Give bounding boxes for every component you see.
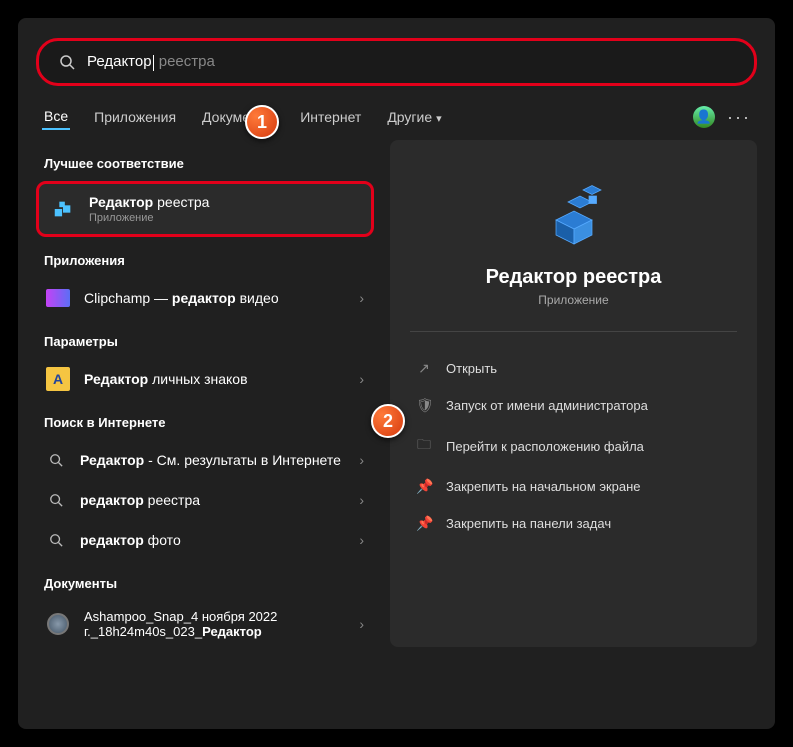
- action-run-admin[interactable]: 🛡 Запуск от имени администратора: [410, 389, 737, 422]
- detail-pane: Редактор реестра Приложение ↗ Открыть 🛡 За…: [390, 140, 757, 647]
- private-char-icon: A: [46, 367, 70, 391]
- shield-icon: 🛡: [416, 397, 432, 414]
- more-button[interactable]: ···: [727, 107, 751, 128]
- result-document-title: Ashampoo_Snap_4 ноября 2022 г._18h24m40s…: [84, 609, 345, 639]
- chevron-right-icon: ›: [359, 371, 364, 387]
- open-icon: ↗: [416, 360, 432, 377]
- result-web-regedit[interactable]: редактор реестра ›: [36, 480, 374, 520]
- search-icon: [46, 448, 66, 472]
- chevron-right-icon: ›: [359, 452, 364, 468]
- search-icon: [46, 488, 66, 512]
- tab-apps[interactable]: Приложения: [92, 105, 178, 129]
- user-avatar[interactable]: 👤: [693, 106, 715, 128]
- result-web-photo-title: редактор фото: [80, 532, 345, 548]
- search-icon: [59, 54, 75, 70]
- document-icon: [46, 612, 70, 636]
- result-clipchamp-title: Clipchamp — редактор видео: [84, 290, 345, 306]
- action-pin-taskbar-label: Закрепить на панели задач: [446, 516, 611, 531]
- chevron-right-icon: ›: [359, 616, 364, 632]
- result-web-editor-title: Редактор - См. результаты в Интернете: [80, 452, 345, 468]
- section-apps: Приложения: [44, 253, 374, 268]
- search-box[interactable]: Редактор реестра 1: [36, 38, 757, 86]
- pin-icon: 📌: [416, 515, 432, 532]
- chevron-right-icon: ›: [359, 492, 364, 508]
- action-open[interactable]: ↗ Открыть: [410, 352, 737, 385]
- tabs-row: Все Приложения Документы Интернет Другие…: [42, 104, 751, 130]
- result-web-regedit-title: редактор реестра: [80, 492, 345, 508]
- regedit-hero-icon: [538, 178, 610, 250]
- divider: [410, 331, 737, 332]
- action-open-label: Открыть: [446, 361, 497, 376]
- chevron-down-icon: ▾: [436, 113, 442, 125]
- tab-all[interactable]: Все: [42, 104, 70, 130]
- tab-web[interactable]: Интернет: [298, 105, 363, 129]
- section-best-match: Лучшее соответствие: [44, 156, 374, 171]
- search-query: Редактор реестра: [87, 53, 215, 70]
- best-match-result[interactable]: Редактор реестра Приложение 2: [36, 181, 374, 237]
- search-icon: [46, 528, 66, 552]
- action-run-admin-label: Запуск от имени администратора: [446, 398, 648, 413]
- action-pin-start-label: Закрепить на начальном экране: [446, 479, 641, 494]
- action-open-location-label: Перейти к расположению файла: [446, 439, 644, 454]
- detail-title: Редактор реестра: [410, 266, 737, 289]
- search-panel: Редактор реестра 1 Все Приложения Докуме…: [18, 18, 775, 729]
- best-match-title: Редактор реестра: [89, 194, 359, 210]
- action-pin-start[interactable]: 📌 Закрепить на начальном экране: [410, 470, 737, 503]
- folder-icon: 🗀: [416, 434, 432, 458]
- section-documents: Документы: [44, 576, 374, 591]
- results-column: Лучшее соответствие Редактор реестра При…: [36, 140, 374, 647]
- action-open-location[interactable]: 🗀 Перейти к расположению файла: [410, 426, 737, 466]
- result-clipchamp[interactable]: Clipchamp — редактор видео ›: [36, 278, 374, 318]
- result-web-editor[interactable]: Редактор - См. результаты в Интернете ›: [36, 440, 374, 480]
- result-private-char-title: Редактор личных знаков: [84, 371, 345, 387]
- section-settings: Параметры: [44, 334, 374, 349]
- pin-icon: 📌: [416, 478, 432, 495]
- chevron-right-icon: ›: [359, 532, 364, 548]
- callout-1: 1: [245, 105, 279, 139]
- callout-2: 2: [371, 404, 405, 438]
- action-pin-taskbar[interactable]: 📌 Закрепить на панели задач: [410, 507, 737, 540]
- section-web: Поиск в Интернете: [44, 415, 374, 430]
- best-match-subtitle: Приложение: [89, 212, 359, 224]
- regedit-icon: [51, 197, 75, 221]
- chevron-right-icon: ›: [359, 290, 364, 306]
- detail-subtitle: Приложение: [410, 293, 737, 307]
- result-web-photo[interactable]: редактор фото ›: [36, 520, 374, 560]
- result-private-char[interactable]: A Редактор личных знаков ›: [36, 359, 374, 399]
- result-document[interactable]: Ashampoo_Snap_4 ноября 2022 г._18h24m40s…: [36, 601, 374, 647]
- clipchamp-icon: [46, 286, 70, 310]
- tab-more[interactable]: Другие▾: [385, 105, 443, 129]
